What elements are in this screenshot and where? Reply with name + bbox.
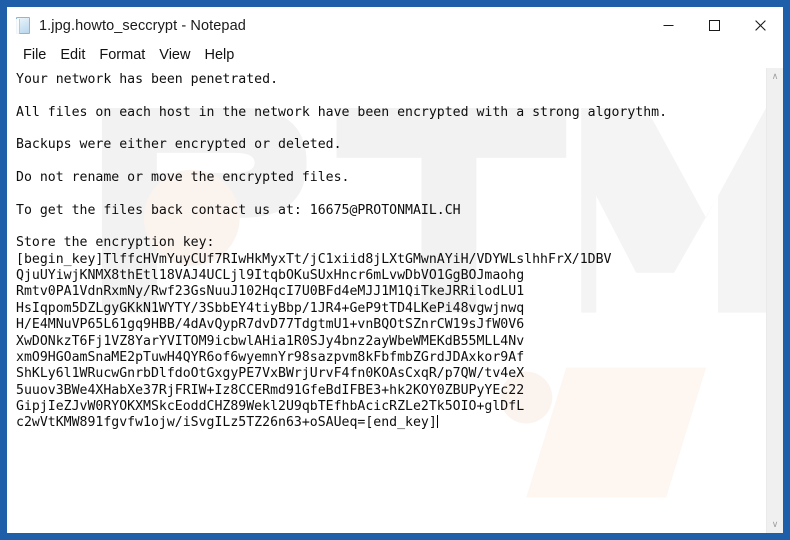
menu-item-edit[interactable]: Edit [53, 46, 92, 65]
title-bar-left: 1.jpg.howto_seccrypt - Notepad [7, 16, 246, 35]
menu-bar: File Edit Format View Help [7, 44, 783, 67]
scroll-up-arrow-icon[interactable]: ∧ [767, 68, 784, 85]
menu-item-file[interactable]: File [16, 46, 53, 65]
scrollbar-track[interactable] [767, 85, 784, 516]
note-text: Your network has been penetrated. All fi… [16, 72, 766, 432]
note-body: Your network has been penetrated. All fi… [16, 72, 668, 431]
minimize-button[interactable] [645, 7, 691, 44]
maximize-button[interactable] [691, 7, 737, 44]
menu-item-edit-label: Edit [60, 47, 86, 63]
notepad-window: 1.jpg.howto_seccrypt - Notepad File Edit… [6, 6, 784, 534]
scroll-down-arrow-icon[interactable]: ∨ [767, 516, 784, 533]
menu-item-help-label: Help [204, 47, 235, 63]
editor-area: Your network has been penetrated. All fi… [7, 67, 783, 533]
menu-item-view[interactable]: View [152, 46, 197, 65]
menu-item-file-label: File [23, 47, 47, 63]
vertical-scrollbar[interactable]: ∧ ∨ [766, 68, 783, 533]
text-editor[interactable]: Your network has been penetrated. All fi… [7, 68, 766, 533]
menu-item-help[interactable]: Help [197, 46, 241, 65]
menu-item-format-label: Format [99, 47, 146, 63]
text-caret [436, 415, 438, 429]
menu-item-view-label: View [159, 47, 191, 63]
notepad-document-icon [15, 16, 32, 35]
title-bar: 1.jpg.howto_seccrypt - Notepad [7, 7, 783, 44]
close-button[interactable] [737, 7, 783, 44]
window-title: 1.jpg.howto_seccrypt - Notepad [39, 17, 246, 34]
window-controls [645, 7, 783, 44]
menu-item-format[interactable]: Format [92, 46, 152, 65]
